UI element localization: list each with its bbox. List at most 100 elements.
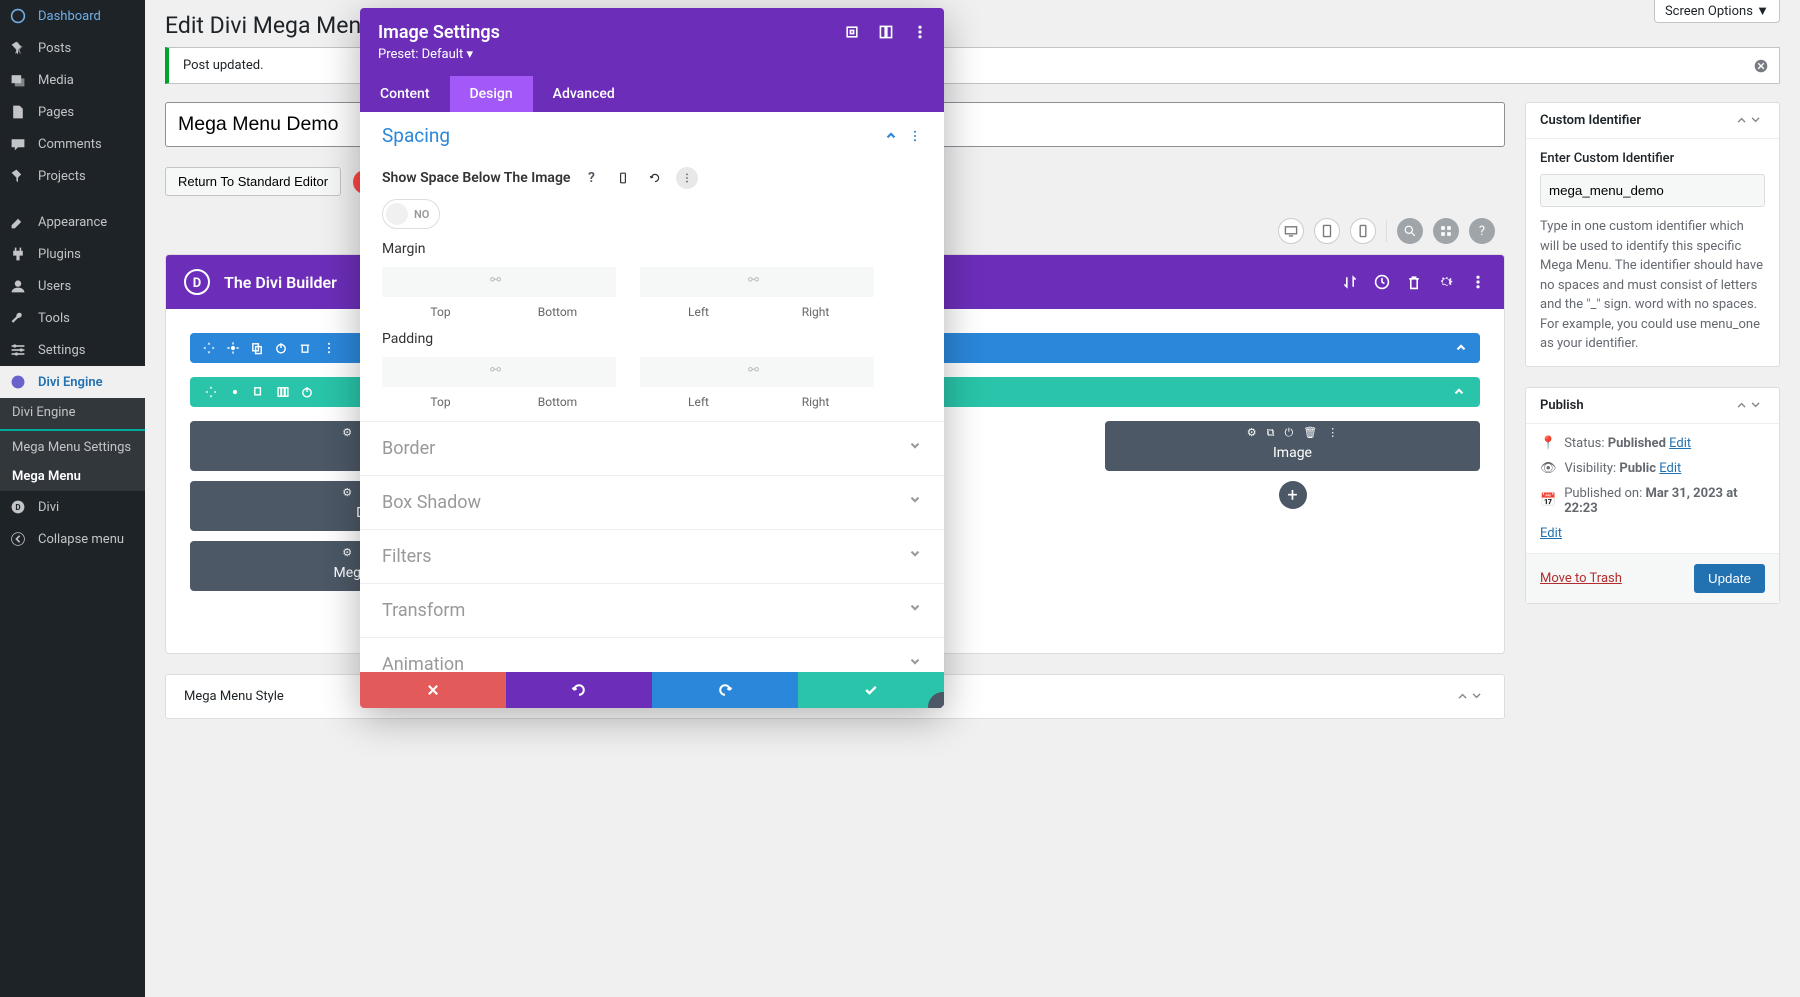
power-icon[interactable]: ⏻ [1285,426,1294,440]
update-button[interactable]: Update [1694,564,1765,593]
edit-date-link[interactable]: Edit [1540,526,1562,541]
chevron-up-icon[interactable] [884,129,898,143]
screen-options-button[interactable]: Screen Options ▼ [1654,0,1780,23]
menu-projects[interactable]: Projects [0,160,145,192]
gear-icon[interactable] [228,385,242,399]
gear-icon[interactable]: ⚙ [342,426,352,440]
margin-left-input[interactable] [640,267,757,297]
columns-icon[interactable] [276,385,290,399]
sort-icon[interactable] [1342,274,1358,290]
redo-button[interactable] [652,672,798,708]
more-icon[interactable] [322,341,336,355]
more-icon[interactable] [676,167,698,189]
menu-posts[interactable]: Posts [0,32,145,64]
module-image[interactable]: ⚙⧉⏻🗑⋮ Image [1105,421,1480,471]
filters-section[interactable]: Filters [360,529,944,583]
menu-tools[interactable]: Tools [0,302,145,334]
trash-icon[interactable] [1406,274,1422,290]
preset-dropdown[interactable]: Preset: Default ▾ [378,47,926,62]
save-button[interactable] [798,672,944,708]
menu-divi[interactable]: DDivi [0,491,145,523]
padding-left-input[interactable] [640,357,757,387]
link-icon[interactable]: ⚯ [748,363,759,378]
more-icon[interactable] [1470,274,1486,290]
gear-icon[interactable]: ⚙ [342,546,352,560]
move-icon[interactable] [204,385,218,399]
gear-icon[interactable]: ⚙ [342,486,352,500]
trash-icon[interactable] [298,341,312,355]
help-icon[interactable]: ? [580,167,602,189]
submenu-divi-engine[interactable]: Divi Engine [0,398,145,427]
grid-icon[interactable] [1433,218,1459,244]
collapse-section-icon[interactable] [1454,341,1468,355]
help-toolbar-icon[interactable]: ? [1469,218,1495,244]
tab-advanced[interactable]: Advanced [533,76,635,112]
gear-icon[interactable] [1438,274,1454,290]
gear-icon[interactable]: ⚙ [1247,426,1257,440]
close-button[interactable] [360,672,506,708]
copy-icon[interactable] [250,341,264,355]
border-section[interactable]: Border [360,421,944,475]
tablet-view-icon[interactable] [1314,218,1340,244]
return-editor-button[interactable]: Return To Standard Editor [165,167,341,196]
link-icon[interactable]: ⚯ [748,273,759,288]
transform-section[interactable]: Transform [360,583,944,637]
margin-top-input[interactable] [382,267,499,297]
menu-dashboard[interactable]: Dashboard [0,0,145,32]
edit-visibility-link[interactable]: Edit [1659,461,1681,476]
menu-settings[interactable]: Settings [0,334,145,366]
copy-icon[interactable]: ⧉ [1267,426,1275,440]
padding-top-input[interactable] [382,357,499,387]
link-icon[interactable]: ⚯ [490,363,501,378]
phone-icon[interactable] [612,167,634,189]
add-module-button[interactable]: + [1279,481,1307,509]
copy-icon[interactable] [252,385,266,399]
clock-icon[interactable] [1374,274,1390,290]
menu-label: Divi Engine [38,375,103,390]
collapse-menu[interactable]: Collapse menu [0,523,145,555]
box-shadow-section[interactable]: Box Shadow [360,475,944,529]
menu-pages[interactable]: Pages [0,96,145,128]
snap-icon[interactable] [878,24,894,40]
dismiss-notice-icon[interactable] [1751,56,1771,76]
panel-toggle-icon[interactable] [1735,113,1765,128]
submenu-mega-menu[interactable]: Mega Menu [0,462,145,491]
expand-icon[interactable] [844,24,860,40]
zoom-icon[interactable] [1397,218,1423,244]
move-icon[interactable] [202,341,216,355]
menu-appearance[interactable]: Appearance [0,206,145,238]
tab-design[interactable]: Design [450,76,533,112]
submenu-mega-settings[interactable]: Mega Menu Settings [0,433,145,462]
spacing-section-title[interactable]: Spacing [382,124,450,147]
reset-icon[interactable] [644,167,666,189]
collapse-row-icon[interactable] [1452,385,1466,399]
phone-view-icon[interactable] [1350,218,1376,244]
undo-button[interactable] [506,672,652,708]
identifier-description: Type in one custom identifier which will… [1540,217,1765,354]
move-to-trash-link[interactable]: Move to Trash [1540,571,1622,586]
padding-bottom-input[interactable] [499,357,616,387]
margin-right-input[interactable] [757,267,874,297]
panel-toggle-icon[interactable] [1735,398,1765,413]
power-icon[interactable] [274,341,288,355]
menu-media[interactable]: Media [0,64,145,96]
margin-bottom-input[interactable] [499,267,616,297]
show-space-toggle[interactable]: NO [382,199,440,229]
desktop-view-icon[interactable] [1278,218,1304,244]
gear-icon[interactable] [226,341,240,355]
more-icon[interactable]: ⋮ [1327,426,1338,440]
trash-icon[interactable]: 🗑 [1303,426,1317,440]
tab-content[interactable]: Content [360,76,450,112]
power-icon[interactable] [300,385,314,399]
link-icon[interactable]: ⚯ [490,273,501,288]
menu-divi-engine[interactable]: Divi Engine [0,366,145,398]
animation-section[interactable]: Animation [360,637,944,672]
edit-status-link[interactable]: Edit [1669,436,1691,451]
menu-comments[interactable]: Comments [0,128,145,160]
identifier-input[interactable] [1540,174,1765,207]
menu-plugins[interactable]: Plugins [0,238,145,270]
more-icon[interactable] [912,24,928,40]
menu-users[interactable]: Users [0,270,145,302]
padding-right-input[interactable] [757,357,874,387]
more-icon[interactable] [908,129,922,143]
